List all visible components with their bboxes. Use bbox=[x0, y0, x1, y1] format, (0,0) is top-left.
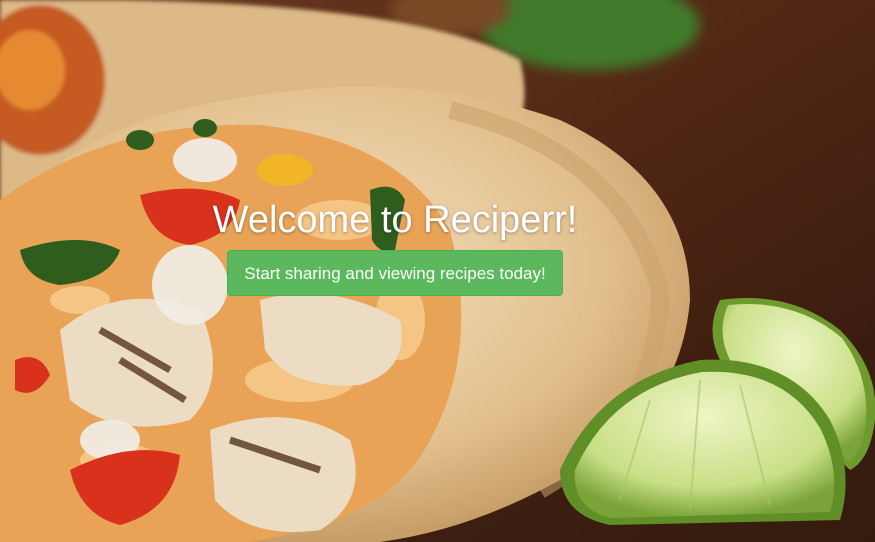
hero-content: Welcome to Reciperr! Start sharing and v… bbox=[0, 196, 790, 296]
hero-banner: Welcome to Reciperr! Start sharing and v… bbox=[0, 0, 875, 542]
page-title: Welcome to Reciperr! bbox=[212, 199, 578, 241]
cta-button[interactable]: Start sharing and viewing recipes today! bbox=[227, 250, 563, 296]
